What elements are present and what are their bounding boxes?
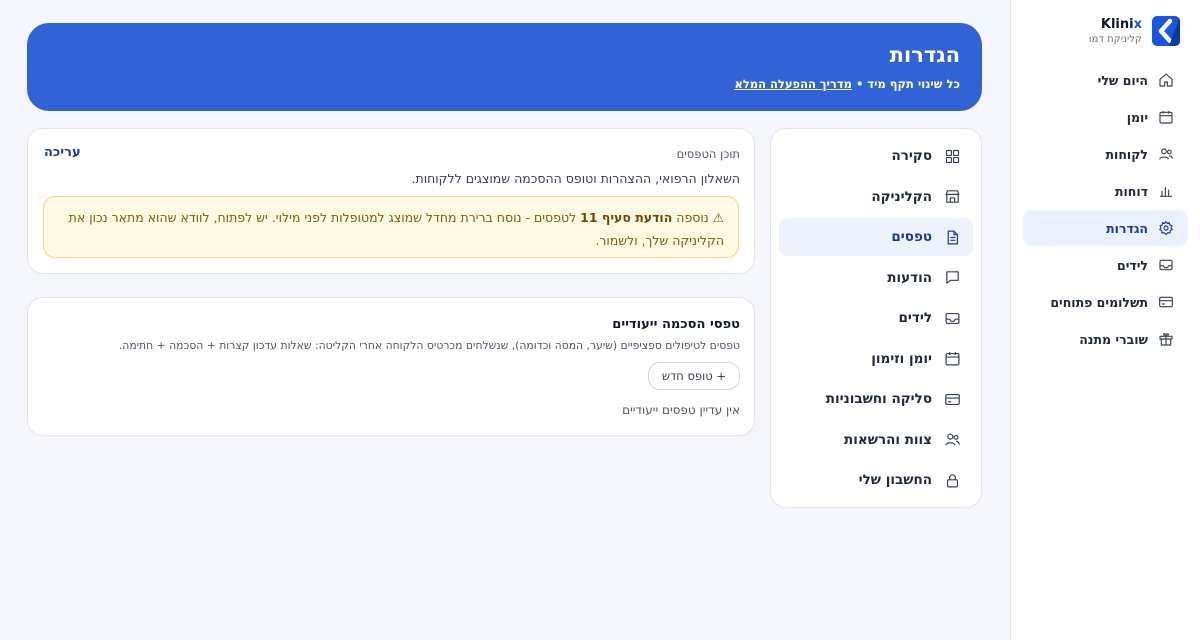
sidebar-item-label: יומן (1126, 109, 1148, 125)
forms-content-label: תוכן הטפסים (676, 147, 740, 161)
brand-name: Klinix (1101, 17, 1142, 32)
sidebar-item-clients[interactable]: לקוחות (1023, 136, 1188, 172)
sidebar-item-open-payments[interactable]: תשלומים פתוחים (1023, 284, 1188, 320)
sidebar-item-label: תשלומים פתוחים (1050, 294, 1148, 310)
sidebar: Klinix קליניקת דמו היום שלי יומן לקוחות … (1010, 0, 1200, 640)
forms-content-description: השאלון הרפואי, ההצהרות וטופס ההסכמה שמוצ… (411, 171, 741, 186)
settings-tab-my-account[interactable]: החשבון שלי (779, 461, 973, 499)
inbox-icon (1158, 257, 1174, 273)
settings-tab-label: סליקה וחשבוניות (825, 391, 932, 407)
settings-tab-calendar-booking[interactable]: יומן וזימון (779, 340, 973, 378)
grid-icon (944, 148, 961, 165)
brand[interactable]: Klinix קליניקת דמו (1018, 16, 1188, 48)
settings-tab-leads[interactable]: לידים (779, 299, 973, 337)
inbox-icon (944, 310, 961, 327)
sidebar-item-gift-vouchers[interactable]: שוברי מתנה (1023, 321, 1188, 357)
page-title: הגדרות (889, 43, 960, 67)
settings-tab-label: החשבון שלי (858, 472, 932, 488)
sidebar-item-label: דוחות (1114, 183, 1148, 199)
gear-icon (1158, 220, 1174, 236)
message-icon (944, 269, 961, 286)
page-header: הגדרות כל שינוי תקף מיד • מדריך ההפעלה ה… (27, 23, 982, 111)
sidebar-item-label: הגדרות (1106, 220, 1148, 236)
sidebar-item-leads[interactable]: לידים (1023, 247, 1188, 283)
consent-forms-title: טפסי הסכמה ייעודיים (612, 317, 740, 332)
settings-tab-label: הודעות (887, 269, 932, 286)
sidebar-item-reports[interactable]: דוחות (1023, 173, 1188, 209)
warning-prefix: נוספה (676, 210, 709, 225)
brand-name-accent: x (1133, 17, 1142, 32)
guide-link[interactable]: מדריך ההפעלה המלא (734, 77, 851, 91)
edit-forms-button[interactable]: עריכה (44, 145, 81, 160)
settings-tab-messages[interactable]: הודעות (779, 259, 973, 297)
settings-tab-label: יומן וזימון (871, 350, 932, 367)
credit-card-icon (1158, 294, 1174, 310)
sidebar-item-label: היום שלי (1097, 72, 1148, 88)
warning-icon: ⚠ (712, 210, 724, 225)
sidebar-item-today[interactable]: היום שלי (1023, 62, 1188, 98)
warning-bold: הודעת סעיף 11 (580, 210, 673, 225)
section11-warning: ⚠ נוספה הודעת סעיף 11 לטפסים - נוסח בריר… (43, 196, 739, 258)
home-icon (1158, 72, 1174, 88)
users-icon (944, 431, 961, 448)
settings-tab-label: סקירה (891, 148, 933, 164)
credit-card-icon (944, 391, 961, 408)
store-icon (944, 188, 961, 205)
settings-tab-team-permissions[interactable]: צוות והרשאות (779, 421, 973, 459)
settings-tab-label: הקליניקה (871, 188, 932, 205)
app: Klinix קליניקת דמו היום שלי יומן לקוחות … (0, 0, 1200, 640)
sidebar-nav: היום שלי יומן לקוחות דוחות הגדרות לידים (1023, 62, 1188, 358)
settings-tab-overview[interactable]: סקירה (779, 137, 973, 175)
brand-subtitle: קליניקת דמו (1088, 34, 1142, 45)
calendar-icon (1158, 109, 1174, 125)
brand-logo-icon (1152, 16, 1180, 46)
gift-icon (1158, 331, 1174, 347)
sidebar-item-label: שוברי מתנה (1079, 331, 1148, 347)
page-subtitle-text: כל שינוי תקף מיד • (855, 77, 960, 91)
lock-icon (944, 472, 961, 489)
consent-forms-empty-state: אין עדיין טפסים ייעודיים (622, 403, 740, 417)
settings-tab-label: לידים (898, 310, 932, 326)
settings-tab-clinic[interactable]: הקליניקה (779, 178, 973, 216)
settings-nav-card: סקירה הקליניקה טפסים הודעות לידים יומן ו… (770, 128, 982, 508)
settings-tab-label: טפסים (891, 229, 932, 245)
settings-tab-forms[interactable]: טפסים (779, 218, 973, 256)
consent-forms-description: טפסים לטיפולים ספציפיים (שיער, המסה וכדו… (118, 339, 740, 352)
bar-chart-icon (1158, 183, 1174, 199)
calendar-icon (944, 350, 961, 367)
page-subtitle: כל שינוי תקף מיד • מדריך ההפעלה המלא (734, 77, 960, 91)
new-form-button[interactable]: + טופס חדש (647, 362, 740, 390)
settings-tab-payments-invoices[interactable]: סליקה וחשבוניות (779, 380, 973, 418)
sidebar-item-calendar[interactable]: יומן (1023, 99, 1188, 135)
users-icon (1158, 146, 1174, 162)
sidebar-item-settings[interactable]: הגדרות (1023, 210, 1188, 246)
document-icon (944, 229, 961, 246)
sidebar-item-label: לקוחות (1105, 146, 1148, 162)
sidebar-item-label: לידים (1117, 257, 1148, 273)
settings-nav: סקירה הקליניקה טפסים הודעות לידים יומן ו… (779, 137, 973, 502)
consent-forms-card: טפסי הסכמה ייעודיים טפסים לטיפולים ספציפ… (27, 297, 755, 436)
forms-content-card: תוכן הטפסים עריכה השאלון הרפואי, ההצהרות… (27, 128, 755, 274)
brand-name-main: Klini (1100, 17, 1134, 32)
settings-tab-label: צוות והרשאות (844, 431, 932, 448)
